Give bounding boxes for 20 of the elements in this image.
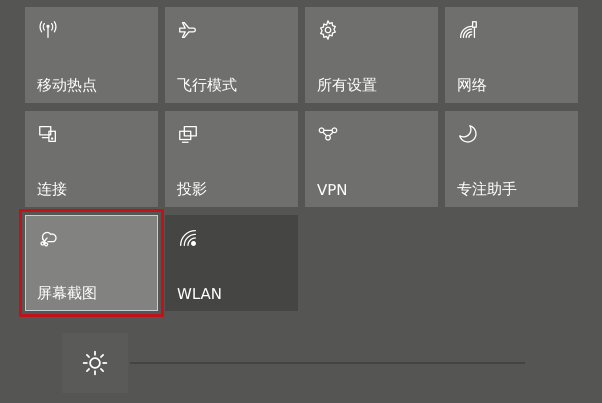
signal-icon bbox=[457, 19, 479, 41]
quick-action-tile[interactable]: 专注助手 bbox=[445, 111, 578, 207]
quick-action-tile[interactable]: WLAN bbox=[165, 215, 298, 311]
settings-icon bbox=[317, 19, 339, 41]
brightness-icon bbox=[82, 350, 108, 376]
quick-action-tile[interactable]: 所有设置 bbox=[305, 7, 438, 103]
brightness-button[interactable] bbox=[62, 333, 128, 393]
airplane-icon bbox=[177, 19, 199, 41]
quick-action-tile[interactable]: 飞行模式 bbox=[165, 7, 298, 103]
quick-action-tile[interactable]: 移动热点 bbox=[25, 7, 158, 103]
quick-action-tile[interactable]: 网络 bbox=[445, 7, 578, 103]
moon-icon bbox=[457, 123, 479, 145]
quick-action-tile[interactable]: VPN bbox=[305, 111, 438, 207]
quick-action-tile[interactable]: 连接 bbox=[25, 111, 158, 207]
screens-icon bbox=[177, 123, 199, 145]
hotspot-icon bbox=[37, 19, 59, 41]
quick-action-tile[interactable]: 投影 bbox=[165, 111, 298, 207]
quick-action-tile[interactable]: 屏幕截图 bbox=[25, 215, 158, 311]
devices-icon bbox=[37, 123, 59, 145]
wifi-icon bbox=[177, 227, 199, 249]
